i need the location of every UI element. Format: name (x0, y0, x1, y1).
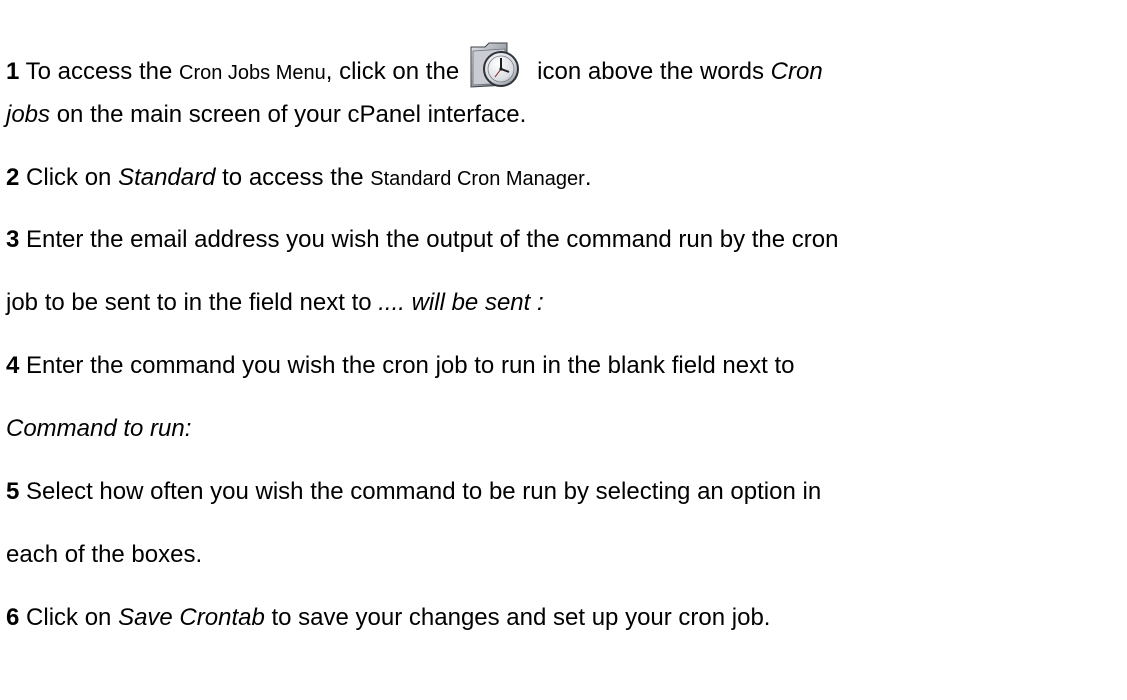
step-3-italic: .... will be sent : (378, 289, 544, 316)
step-2-menu-name: Standard Cron Manager (370, 168, 585, 190)
step-2-line-1: 2 Click on Standard to access the Standa… (6, 164, 591, 193)
step-1-line-1: 1 To access the Cron Jobs Menu, click on… (6, 37, 823, 93)
step-4-line-1: 4 Enter the command you wish the cron jo… (6, 352, 794, 380)
step-6-line-1: 6 Click on Save Crontab to save your cha… (6, 604, 770, 632)
step-3-text-a: Enter the email address you wish the out… (26, 226, 839, 253)
step-3-text-b: job to be sent to in the field next to (6, 289, 372, 316)
step-1-line-2: jobs on the main screen of your cPanel i… (6, 101, 526, 129)
step-4-text-a: Enter the command you wish the cron job … (26, 352, 795, 379)
cron-jobs-clock-folder-icon (467, 37, 523, 93)
step-5-text-a: Select how often you wish the command to… (26, 478, 822, 505)
step-3-line-2: job to be sent to in the field next to .… (6, 289, 544, 317)
step-6-text-a: Click on (26, 604, 112, 631)
step-1-italic-a: Cron (770, 58, 823, 85)
step-5-line-2: each of the boxes. (6, 541, 202, 569)
step-5-text-b: each of the boxes. (6, 541, 203, 568)
step-1-text-d: on the main screen of your cPanel interf… (56, 101, 527, 128)
step-2-text-b: to access the (222, 164, 364, 191)
step-2-text-c: . (584, 164, 592, 191)
step-2-number: 2 (6, 164, 20, 191)
step-4-number: 4 (6, 352, 20, 379)
step-1-number: 1 (6, 58, 20, 85)
step-6-italic: Save Crontab (118, 604, 265, 631)
step-6-text-b: to save your changes and set up your cro… (271, 604, 771, 631)
step-1-menu-name: Cron Jobs Menu (179, 62, 326, 84)
step-4-line-2: Command to run: (6, 415, 191, 443)
step-1-text-c: icon above the words (537, 58, 764, 85)
step-1-italic-b: jobs (6, 101, 51, 128)
step-6-number: 6 (6, 604, 20, 631)
step-2-text-a: Click on (26, 164, 112, 191)
step-1-text-b: , click on the (325, 58, 460, 85)
step-1-text-a: To access the (25, 58, 173, 85)
step-5-line-1: 5 Select how often you wish the command … (6, 478, 821, 506)
step-5-number: 5 (6, 478, 20, 505)
step-3-line-1: 3 Enter the email address you wish the o… (6, 226, 838, 254)
step-3-number: 3 (6, 226, 20, 253)
step-2-italic: Standard (118, 164, 216, 191)
step-4-italic: Command to run: (6, 415, 192, 442)
